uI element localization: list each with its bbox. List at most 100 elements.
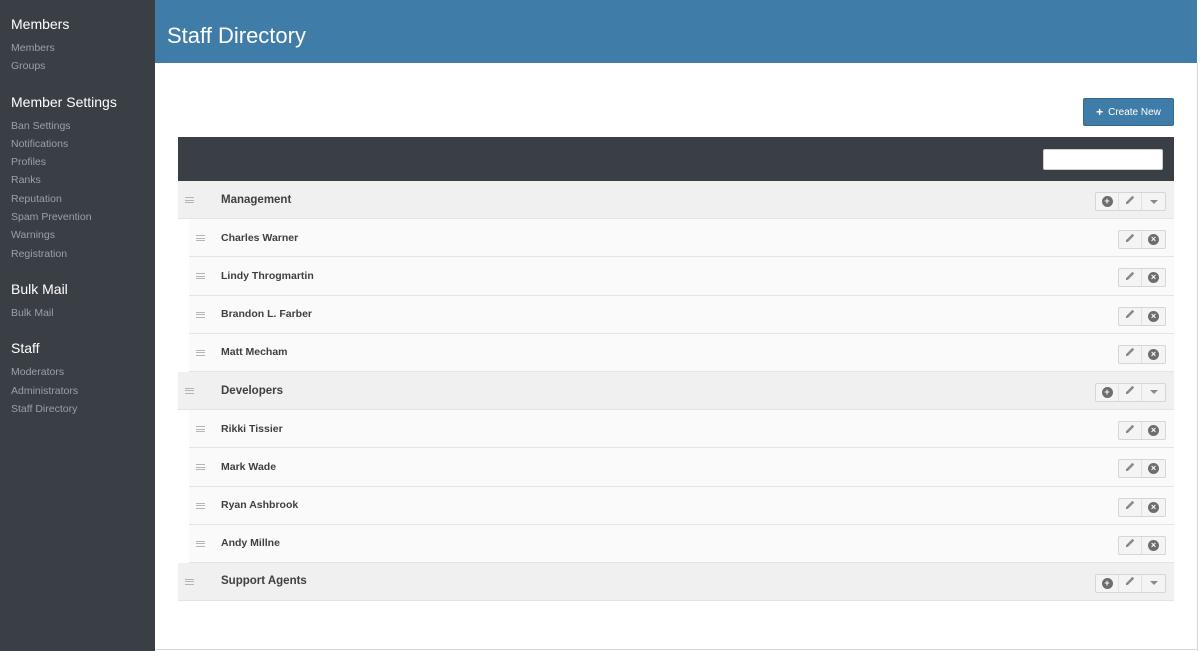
drag-handle-icon[interactable] <box>196 235 205 242</box>
group-name: Management <box>221 193 292 206</box>
pencil-icon <box>1124 345 1136 363</box>
sidebar-item-registration[interactable]: Registration <box>0 245 155 263</box>
delete-member-button[interactable]: × <box>1142 346 1165 363</box>
sidebar-item-reputation[interactable]: Reputation <box>0 190 155 208</box>
pencil-icon <box>1124 383 1136 401</box>
pencil-icon <box>1124 536 1136 554</box>
page-header: Staff Directory <box>155 0 1197 63</box>
sidebar-section-title: Members <box>11 16 70 32</box>
sidebar-section-title: Staff <box>11 340 40 357</box>
sidebar-section-staff: Staff Moderators Administrators Staff Di… <box>0 332 155 418</box>
delete-member-button[interactable]: × <box>1142 499 1165 516</box>
sidebar-section-bulk-mail: Bulk Mail Bulk Mail <box>0 273 155 322</box>
drag-handle-icon[interactable] <box>196 464 205 471</box>
close-circle-icon: × <box>1148 234 1159 246</box>
close-circle-icon: × <box>1148 501 1159 513</box>
edit-group-button[interactable] <box>1119 574 1142 592</box>
edit-member-button[interactable] <box>1119 460 1142 478</box>
delete-member-button[interactable]: × <box>1142 537 1165 554</box>
edit-group-button[interactable] <box>1119 383 1142 401</box>
delete-member-button[interactable]: × <box>1142 308 1165 325</box>
drag-handle-icon[interactable] <box>196 349 205 356</box>
member-actions: × <box>1118 535 1166 555</box>
content-border <box>155 649 1198 650</box>
delete-member-button[interactable]: × <box>1142 422 1165 439</box>
edit-member-button[interactable] <box>1119 536 1142 554</box>
sidebar-item-ranks[interactable]: Ranks <box>0 171 155 189</box>
pencil-icon <box>1124 498 1136 516</box>
pencil-icon <box>1124 231 1136 249</box>
pencil-icon <box>1124 307 1136 325</box>
edit-member-button[interactable] <box>1119 307 1142 325</box>
member-row: Lindy Throgmartin × <box>189 257 1174 296</box>
drag-handle-icon[interactable] <box>196 273 205 280</box>
sidebar-item-staff-directory[interactable]: Staff Directory <box>0 400 155 418</box>
pencil-icon <box>1124 460 1136 478</box>
sidebar-section-title: Bulk Mail <box>11 280 68 297</box>
sidebar-item-groups[interactable]: Groups <box>0 57 155 75</box>
edit-member-button[interactable] <box>1119 345 1142 363</box>
add-circle-icon: + <box>1101 577 1113 589</box>
close-circle-icon: × <box>1148 463 1159 475</box>
member-name: Matt Mecham <box>221 346 288 359</box>
close-circle-icon: × <box>1148 539 1159 551</box>
pencil-icon <box>1124 574 1136 592</box>
drag-handle-icon[interactable] <box>185 578 194 585</box>
create-new-label: Create New <box>1108 106 1161 118</box>
create-new-button[interactable]: + Create New <box>1083 98 1174 126</box>
drag-handle-icon[interactable] <box>196 540 205 547</box>
group-menu-button[interactable] <box>1142 575 1165 592</box>
drag-handle-icon[interactable] <box>196 426 205 433</box>
member-actions: × <box>1118 459 1166 479</box>
delete-member-button[interactable]: × <box>1142 231 1165 248</box>
group-actions: + <box>1095 192 1166 211</box>
search-input[interactable] <box>1043 149 1163 170</box>
staff-list: Management + Charles Warner × Lindy Throgmar… <box>178 181 1174 602</box>
sidebar-item-notifications[interactable]: Notifications <box>0 135 155 153</box>
add-member-button[interactable]: + <box>1096 383 1119 401</box>
edit-group-button[interactable] <box>1119 193 1142 210</box>
plus-icon: + <box>1096 105 1104 119</box>
add-circle-icon: + <box>1101 196 1113 207</box>
member-name: Ryan Ashbrook <box>221 499 299 512</box>
close-circle-icon: × <box>1148 348 1159 360</box>
delete-member-button[interactable]: × <box>1142 269 1165 286</box>
member-name: Charles Warner <box>221 231 299 244</box>
group-row: Management + <box>178 181 1174 220</box>
sidebar-item-profiles[interactable]: Profiles <box>0 153 155 171</box>
group-row: Support Agents + <box>178 562 1174 602</box>
add-member-button[interactable]: + <box>1096 574 1119 592</box>
sidebar-section-title: Member Settings <box>11 93 117 110</box>
member-actions: × <box>1118 497 1166 517</box>
member-name: Andy Millne <box>221 537 280 550</box>
sidebar-item-administrators[interactable]: Administrators <box>0 382 155 400</box>
group-row: Developers + <box>178 371 1174 411</box>
member-name: Mark Wade <box>221 460 277 473</box>
drag-handle-icon[interactable] <box>196 311 205 318</box>
drag-handle-icon[interactable] <box>185 387 194 394</box>
drag-handle-icon[interactable] <box>196 502 205 509</box>
sidebar: Members Members Groups Member Settings B… <box>0 0 155 651</box>
edit-member-button[interactable] <box>1119 422 1142 440</box>
member-row: Mark Wade × <box>189 448 1174 487</box>
member-actions: × <box>1118 344 1166 364</box>
edit-member-button[interactable] <box>1119 498 1142 516</box>
sidebar-item-moderators[interactable]: Moderators <box>0 363 155 381</box>
caret-down-icon <box>1149 390 1158 395</box>
member-actions: × <box>1118 421 1166 441</box>
sidebar-item-spam-prevention[interactable]: Spam Prevention <box>0 208 155 226</box>
group-menu-button[interactable] <box>1142 193 1165 210</box>
delete-member-button[interactable]: × <box>1142 460 1165 477</box>
member-row: Brandon L. Farber × <box>189 295 1174 334</box>
sidebar-item-warnings[interactable]: Warnings <box>0 226 155 244</box>
add-member-button[interactable]: + <box>1096 193 1119 210</box>
sidebar-item-members[interactable]: Members <box>0 39 155 57</box>
add-circle-icon: + <box>1101 386 1113 398</box>
sidebar-item-bulk-mail[interactable]: Bulk Mail <box>0 304 155 322</box>
sidebar-item-ban-settings[interactable]: Ban Settings <box>0 117 155 135</box>
group-menu-button[interactable] <box>1142 384 1165 401</box>
edit-member-button[interactable] <box>1119 269 1142 287</box>
drag-handle-icon[interactable] <box>185 197 194 203</box>
member-row: Ryan Ashbrook × <box>189 486 1174 525</box>
edit-member-button[interactable] <box>1119 231 1142 249</box>
